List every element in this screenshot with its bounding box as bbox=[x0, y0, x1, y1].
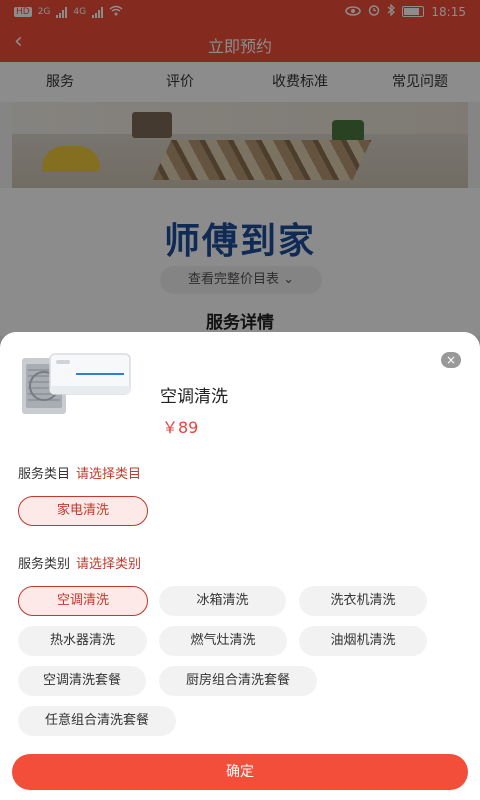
type-chip-ac-package[interactable]: 空调清洗套餐 bbox=[18, 666, 146, 696]
type-chip-water-heater-cleaning[interactable]: 热水器清洗 bbox=[18, 626, 147, 656]
category-chip-appliance-cleaning[interactable]: 家电清洗 bbox=[18, 496, 148, 526]
type-row-label: 服务类别 请选择类别 bbox=[18, 553, 141, 572]
category-hint: 请选择类目 bbox=[76, 467, 142, 482]
type-chip-ac-cleaning[interactable]: 空调清洗 bbox=[18, 586, 148, 616]
type-chip-gas-stove-cleaning[interactable]: 燃气灶清洗 bbox=[159, 626, 287, 656]
product-name: 空调清洗 bbox=[160, 387, 228, 407]
close-icon[interactable]: × bbox=[441, 352, 461, 368]
type-chip-custom-package[interactable]: 任意组合清洗套餐 bbox=[18, 706, 176, 736]
type-chip-washer-cleaning[interactable]: 洗衣机清洗 bbox=[299, 586, 427, 616]
type-chip-kitchen-package[interactable]: 厨房组合清洗套餐 bbox=[159, 666, 317, 696]
type-label: 服务类别 bbox=[18, 557, 71, 572]
type-chip-range-hood-cleaning[interactable]: 油烟机清洗 bbox=[299, 626, 427, 656]
air-conditioner-icon bbox=[20, 350, 132, 420]
product-price: ￥89 bbox=[162, 418, 199, 437]
category-label: 服务类目 bbox=[18, 467, 71, 482]
confirm-button[interactable]: 确定 bbox=[12, 754, 468, 790]
booking-sheet: × 空调清洗 ￥89 服务类目 请选择类目 家电清洗 服务类别 请选择类别 空调清洗… bbox=[0, 332, 480, 800]
category-row-label: 服务类目 请选择类目 bbox=[18, 463, 141, 482]
type-chip-fridge-cleaning[interactable]: 冰箱清洗 bbox=[159, 586, 286, 616]
type-hint: 请选择类别 bbox=[76, 557, 142, 572]
